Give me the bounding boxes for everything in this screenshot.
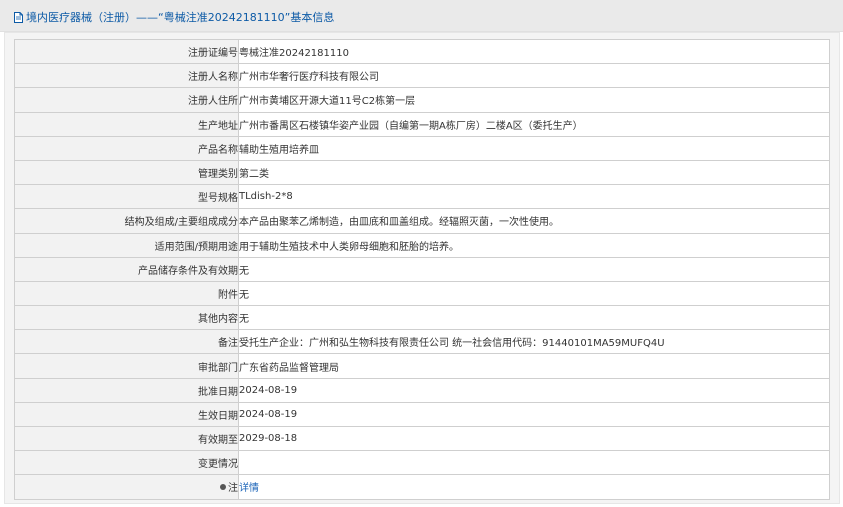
- table-row: 变更情况: [14, 450, 830, 476]
- details-link[interactable]: 详情: [240, 483, 260, 494]
- document-icon: [14, 11, 23, 23]
- row-value: TLdish-2*8: [238, 184, 830, 210]
- row-value: 受托生产企业：广州和弘生物科技有限责任公司 统一社会信用代码：91440101M…: [238, 329, 830, 355]
- row-label: 产品储存条件及有效期: [14, 256, 239, 282]
- table-row: 适用范围/预期用途 用于辅助生殖技术中人类卵母细胞和胚胎的培养。: [14, 232, 830, 258]
- note-label: 注: [228, 483, 238, 495]
- table-row: 备注 受托生产企业：广州和弘生物科技有限责任公司 统一社会信用代码：914401…: [14, 329, 830, 355]
- table-row: 有效期至 2029-08-18: [14, 425, 830, 452]
- page-title: 境内医疗器械（注册）——“粤械注准20242181110”基本信息: [26, 11, 335, 24]
- table-row: 生效日期 2024-08-19: [14, 401, 830, 428]
- row-label: 附件: [14, 280, 239, 307]
- row-value: [238, 450, 830, 476]
- table-row-note: 注 详情: [14, 474, 830, 500]
- row-value: 无: [238, 305, 830, 331]
- row-value: 广州市番禺区石楼镇华姿产业园（自编第一期A栋厂房）二楼A区（委托生产）: [238, 111, 830, 137]
- table-row: 产品储存条件及有效期 无: [14, 256, 830, 282]
- row-label: 变更情况: [14, 450, 239, 476]
- row-value: 用于辅助生殖技术中人类卵母细胞和胚胎的培养。: [238, 232, 830, 258]
- table-row: 附件 无: [14, 280, 830, 307]
- table-row: 管理类别 第二类: [14, 159, 830, 186]
- row-label: 有效期至: [14, 425, 239, 452]
- table-row: 生产地址 广州市番禺区石楼镇华姿产业园（自编第一期A栋厂房）二楼A区（委托生产）: [14, 111, 830, 137]
- location-pin-icon: [220, 484, 226, 491]
- row-label: 批准日期: [14, 377, 239, 403]
- page-header: 境内医疗器械（注册）——“粤械注准20242181110”基本信息: [0, 0, 843, 32]
- row-label: 生效日期: [14, 401, 239, 428]
- table-row: 注册人住所 广州市黄埔区开源大道11号C2栋第一层: [14, 87, 830, 113]
- row-value: 广州市华奢行医疗科技有限公司: [238, 63, 830, 89]
- row-value: 辅助生殖用培养皿: [238, 135, 830, 161]
- table-row: 审批部门 广东省药品监督管理局: [14, 353, 830, 379]
- row-value: 2029-08-18: [238, 425, 830, 452]
- row-value: 本产品由聚苯乙烯制造，由皿底和皿盖组成。经辐照灭菌，一次性使用。: [238, 208, 830, 234]
- row-value: 粤械注准20242181110: [238, 38, 830, 65]
- note-label-cell: 注: [14, 474, 239, 500]
- row-label: 注册人名称: [14, 63, 239, 89]
- row-label: 其他内容: [14, 305, 239, 331]
- row-value: 无: [238, 280, 830, 307]
- row-value: 2024-08-19: [238, 377, 830, 403]
- row-value: 广东省药品监督管理局: [238, 353, 830, 379]
- table-row: 注册人名称 广州市华奢行医疗科技有限公司: [14, 63, 830, 89]
- table-row: 批准日期 2024-08-19: [14, 377, 830, 403]
- row-label: 适用范围/预期用途: [14, 232, 239, 258]
- row-value: 广州市黄埔区开源大道11号C2栋第一层: [238, 87, 830, 113]
- row-label: 管理类别: [14, 159, 239, 186]
- row-label: 生产地址: [14, 111, 239, 137]
- row-label: 注册人住所: [14, 87, 239, 113]
- row-label: 备注: [14, 329, 239, 355]
- info-table: 注册证编号 粤械注准20242181110 注册人名称 广州市华奢行医疗科技有限…: [14, 38, 830, 500]
- row-label: 注册证编号: [14, 38, 239, 65]
- row-label: 结构及组成/主要组成成分: [14, 208, 239, 234]
- table-row: 产品名称 辅助生殖用培养皿: [14, 135, 830, 161]
- row-label: 审批部门: [14, 353, 239, 379]
- table-row: 结构及组成/主要组成成分 本产品由聚苯乙烯制造，由皿底和皿盖组成。经辐照灭菌，一…: [14, 208, 830, 234]
- row-value: 第二类: [238, 159, 830, 186]
- row-value: 无: [238, 256, 830, 282]
- row-label: 型号规格: [14, 184, 239, 210]
- table-row: 其他内容 无: [14, 305, 830, 331]
- row-value: 2024-08-19: [238, 401, 830, 428]
- note-value-cell: 详情: [238, 474, 830, 500]
- page-title-container: 境内医疗器械（注册）——“粤械注准20242181110”基本信息: [14, 10, 334, 24]
- row-label: 产品名称: [14, 135, 239, 161]
- table-row: 型号规格 TLdish-2*8: [14, 184, 830, 210]
- table-row: 注册证编号 粤械注准20242181110: [14, 38, 830, 65]
